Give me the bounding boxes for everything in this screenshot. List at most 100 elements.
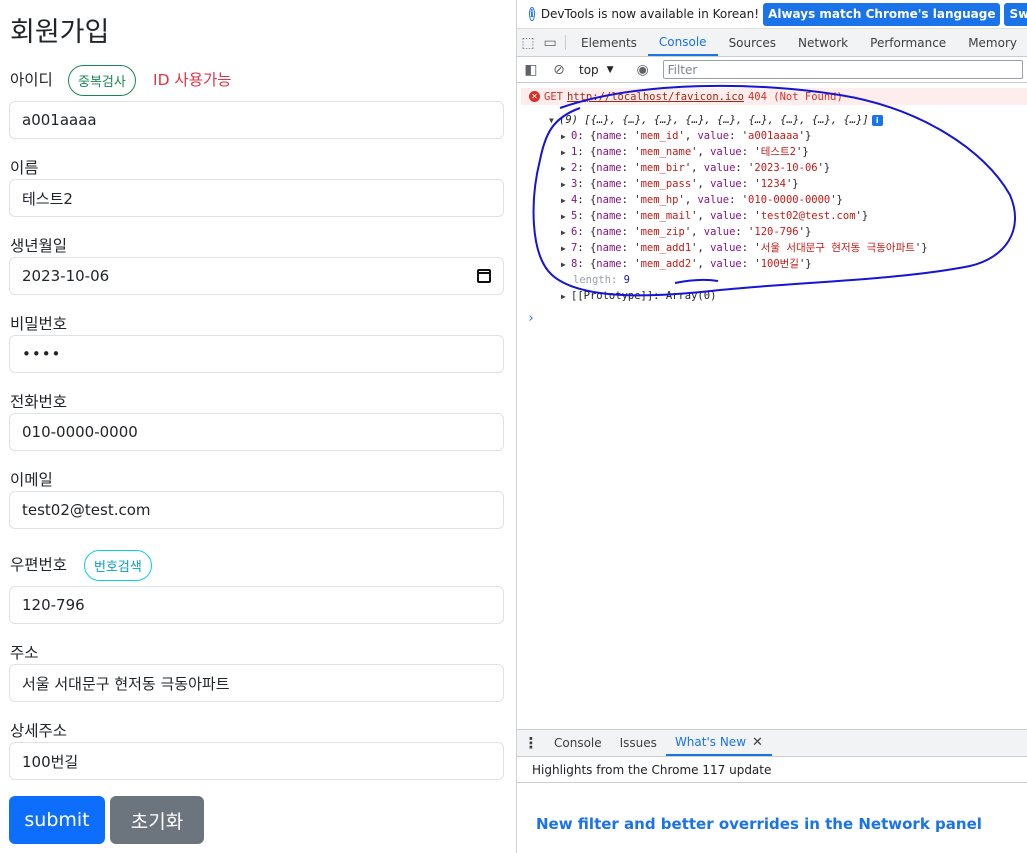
console-item-row[interactable]: ▶ 8: {name: 'mem_add2', value: '100번길'}: [561, 256, 812, 272]
console-item-row[interactable]: ▶ 4: {name: 'mem_hp', value: '010-0000-00…: [561, 192, 843, 208]
length-row: length: 9: [573, 274, 630, 286]
banner-text: DevTools is now available in Korean!: [540, 7, 760, 21]
item-name: mem_hp: [640, 194, 679, 206]
console-item-row[interactable]: ▶ 5: {name: 'mem_mail', value: 'test02@te…: [561, 208, 868, 224]
reset-button[interactable]: 초기화: [110, 796, 204, 844]
tab-network[interactable]: Network: [787, 29, 859, 56]
item-name: mem_name: [640, 146, 692, 158]
info-badge-icon: i: [871, 114, 883, 126]
zip-input[interactable]: 120-796: [9, 586, 504, 624]
length-value: 9: [623, 274, 630, 286]
password-input[interactable]: ••••: [9, 335, 504, 373]
highlights-text: Highlights from the Chrome 117 update: [517, 757, 1027, 783]
console-error-row[interactable]: ✕ GET http://localhost/favicon.ico 404 (…: [521, 88, 1027, 105]
always-match-language-button[interactable]: Always match Chrome's language: [763, 2, 1001, 26]
filter-placeholder: Filter: [667, 62, 698, 77]
signup-form: 회원가입 아이디 중복검사 ID 사용가능 a001aaaa 이름 테스트2 생…: [0, 0, 516, 853]
collapsed-triangle-icon: ▶: [561, 244, 566, 253]
zip-input-value: 120-796: [22, 596, 85, 614]
collapsed-triangle-icon: ▶: [561, 292, 566, 301]
console-item-row[interactable]: ▶ 1: {name: 'mem_name', value: '테스트2'}: [561, 144, 809, 160]
more-options-icon[interactable]: ⋮: [517, 730, 545, 756]
item-value: 2023-10-06: [754, 162, 818, 174]
console-output: ✕ GET http://localhost/favicon.ico 404 (…: [517, 83, 1027, 728]
submit-button[interactable]: submit: [9, 796, 105, 844]
error-method: GET: [544, 90, 563, 103]
context-selector[interactable]: top ▼: [573, 63, 620, 77]
address-detail-input[interactable]: 100번길: [9, 742, 504, 780]
array-summary-row[interactable]: ▼ (9) [{…}, {…}, {…}, {…}, {…}, {…}, {…},…: [549, 112, 883, 128]
item-name: mem_id: [640, 130, 679, 142]
item-value: 100번길: [760, 258, 799, 270]
id-status-message: ID 사용가능: [153, 71, 232, 89]
address-label: 주소: [10, 644, 39, 662]
item-name: mem_bir: [640, 162, 685, 174]
id-check-button[interactable]: 중복검사: [68, 65, 136, 96]
collapsed-triangle-icon: ▶: [561, 132, 566, 141]
drawer-tabbar: ⋮ Console Issues What's New ✕: [517, 729, 1027, 757]
console-item-row[interactable]: ▶ 7: {name: 'mem_add1', value: '서울 서대문구 현…: [561, 240, 928, 256]
feature-title-link[interactable]: New filter and better overrides in the N…: [536, 815, 982, 833]
item-name: mem_pass: [640, 178, 692, 190]
console-item-row[interactable]: ▶ 2: {name: 'mem_bir', value: '2023-10-06…: [561, 160, 830, 176]
item-name: mem_mail: [640, 210, 692, 222]
email-input-value: test02@test.com: [22, 501, 151, 519]
tab-memory[interactable]: Memory: [957, 29, 1027, 56]
live-expression-eye-icon[interactable]: ◉: [629, 62, 657, 78]
password-input-value: ••••: [22, 345, 62, 363]
console-prompt[interactable]: ›: [527, 311, 535, 326]
tab-elements[interactable]: Elements: [570, 29, 648, 56]
devtools-panel: i DevTools is now available in Korean! A…: [516, 0, 1027, 853]
name-input-value: 테스트2: [22, 189, 73, 208]
tab-sources[interactable]: Sources: [718, 29, 787, 56]
length-key: length: [573, 274, 611, 286]
console-item-row[interactable]: ▶ 3: {name: 'mem_pass', value: '1234'}: [561, 176, 799, 192]
collapsed-triangle-icon: ▶: [561, 228, 566, 237]
collapsed-triangle-icon: ▶: [561, 260, 566, 269]
error-icon: ✕: [529, 91, 540, 102]
sidebar-toggle-icon[interactable]: ◧: [517, 62, 545, 78]
phone-input-value: 010-0000-0000: [22, 423, 138, 441]
zip-search-button[interactable]: 번호검색: [84, 550, 152, 581]
context-value: top: [579, 62, 599, 77]
id-input-value: a001aaaa: [22, 111, 97, 129]
tab-console[interactable]: Console: [647, 29, 718, 56]
whats-new-label: What's New: [674, 735, 747, 749]
email-input[interactable]: test02@test.com: [9, 491, 504, 529]
drawer-tab-issues[interactable]: Issues: [611, 730, 666, 756]
prototype-text: [[Prototype]]: Array(0): [571, 290, 717, 302]
close-icon[interactable]: ✕: [752, 735, 763, 750]
prototype-row[interactable]: ▶ [[Prototype]]: Array(0): [561, 288, 716, 304]
collapsed-triangle-icon: ▶: [561, 180, 566, 189]
collapsed-triangle-icon: ▶: [561, 164, 566, 173]
address-input-value: 서울 서대문구 현저동 극동아파트: [22, 674, 230, 693]
console-item-row[interactable]: ▶ 6: {name: 'mem_zip', value: '120-796'}: [561, 224, 811, 240]
id-input[interactable]: a001aaaa: [9, 101, 504, 139]
language-banner: i DevTools is now available in Korean! A…: [517, 0, 1027, 29]
inspect-element-icon[interactable]: ⬚: [517, 29, 539, 56]
device-toolbar-icon[interactable]: ▭: [539, 29, 561, 56]
switch-devtools-button[interactable]: Switch DevTools: [1004, 2, 1027, 26]
console-item-row[interactable]: ▶ 0: {name: 'mem_id', value: 'a001aaaa'}: [561, 128, 811, 144]
password-label: 비밀번호: [10, 315, 68, 333]
name-input[interactable]: 테스트2: [9, 179, 504, 217]
dropdown-arrow-icon: ▼: [606, 64, 614, 75]
address-input[interactable]: 서울 서대문구 현저동 극동아파트: [9, 664, 504, 702]
item-value: 010-0000-0000: [748, 194, 831, 206]
item-value: test02@test.com: [760, 210, 856, 222]
phone-label: 전화번호: [10, 393, 68, 411]
collapsed-triangle-icon: ▶: [561, 196, 566, 205]
item-value: 1234: [760, 178, 786, 190]
calendar-icon[interactable]: [477, 269, 491, 283]
phone-input[interactable]: 010-0000-0000: [9, 413, 504, 451]
drawer-tab-console[interactable]: Console: [545, 730, 611, 756]
item-name: mem_add1: [640, 242, 692, 254]
clear-console-icon[interactable]: ⊘: [545, 62, 573, 78]
error-url-link[interactable]: http://localhost/favicon.ico: [567, 91, 744, 103]
drawer-tab-whats-new[interactable]: What's New ✕: [665, 730, 772, 756]
console-filter-input[interactable]: Filter: [662, 60, 1023, 79]
birth-date-input[interactable]: 2023-10-06: [9, 257, 504, 295]
tab-performance[interactable]: Performance: [859, 29, 957, 56]
expanded-triangle-icon: ▼: [549, 116, 554, 125]
item-value: 테스트2: [760, 146, 796, 158]
